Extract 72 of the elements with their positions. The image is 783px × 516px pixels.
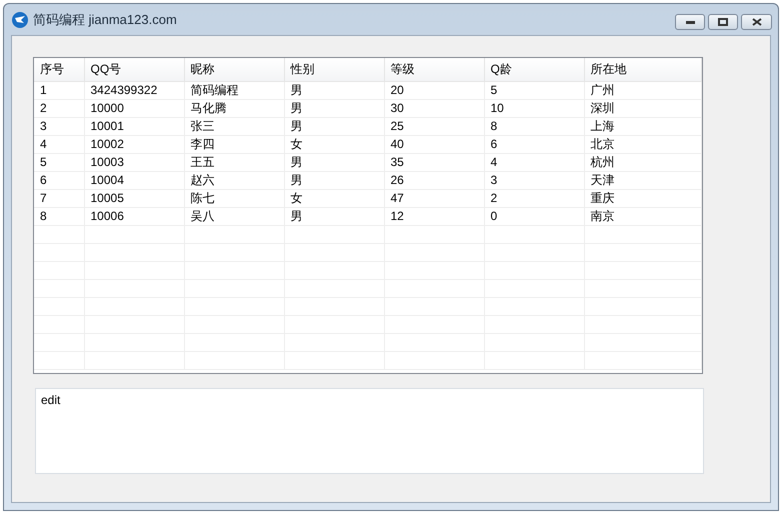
table-cell: 10004 [84,171,184,189]
window-title: 简码编程 jianma123.com [33,10,177,29]
column-header[interactable]: 等级 [384,58,484,81]
table-cell: 47 [384,189,484,207]
table-cell: 简码编程 [184,81,284,99]
table-cell: 南京 [584,207,701,225]
table-cell: 张三 [184,117,284,135]
column-header[interactable]: QQ号 [84,58,184,81]
table-cell: 10006 [84,207,184,225]
table-cell: 10002 [84,135,184,153]
table-cell: 王五 [184,153,284,171]
table-cell: 北京 [584,135,701,153]
table-cell: 陈七 [184,189,284,207]
minimize-icon [686,20,694,24]
maximize-button[interactable] [708,14,738,30]
table-cell: 5 [34,153,84,171]
table-cell: 6 [484,135,584,153]
table-cell: 男 [284,207,384,225]
table-cell: 男 [284,153,384,171]
table-cell: 重庆 [584,189,701,207]
table-cell: 26 [384,171,484,189]
table-cell: 12 [384,207,484,225]
table-cell: 10005 [84,189,184,207]
table-cell: 10001 [84,117,184,135]
minimize-button[interactable] [675,14,705,30]
table-cell: 马化腾 [184,99,284,117]
table-cell: 4 [484,153,584,171]
table-cell: 30 [384,99,484,117]
table-cell: 10000 [84,99,184,117]
table-cell: 10003 [84,153,184,171]
table-cell: 深圳 [584,99,701,117]
table-cell: 李四 [184,135,284,153]
table-cell: 吴八 [184,207,284,225]
table-cell: 男 [284,171,384,189]
table-cell: 3 [34,117,84,135]
table-cell: 7 [34,189,84,207]
table-cell: 杭州 [584,153,701,171]
table-cell: 2 [484,189,584,207]
close-icon [752,18,762,26]
column-header[interactable]: 序号 [34,58,84,81]
column-header[interactable]: 昵称 [184,58,284,81]
table-cell: 1 [34,81,84,99]
table-cell: 5 [484,81,584,99]
table-cell: 0 [484,207,584,225]
table-cell: 10 [484,99,584,117]
table-cell: 35 [384,153,484,171]
column-header[interactable]: 性别 [284,58,384,81]
table-cell: 2 [34,99,84,117]
table-cell: 8 [34,207,84,225]
table-cell: 3424399322 [84,81,184,99]
table-cell: 男 [284,117,384,135]
edit-field[interactable]: edit [35,388,704,474]
table-cell: 20 [384,81,484,99]
app-logo-icon [12,12,28,28]
table-cell: 男 [284,99,384,117]
table-cell: 25 [384,117,484,135]
table-cell: 女 [284,135,384,153]
table-cell: 40 [384,135,484,153]
table-cell: 4 [34,135,84,153]
column-header[interactable]: Q龄 [484,58,584,81]
table-cell: 女 [284,189,384,207]
table-cell: 广州 [584,81,701,99]
table-cell: 3 [484,171,584,189]
close-button[interactable] [741,14,772,30]
table-cell: 6 [34,171,84,189]
table-cell: 8 [484,117,584,135]
table-cell: 男 [284,81,384,99]
table-cell: 上海 [584,117,701,135]
column-header[interactable]: 所在地 [584,58,701,81]
table-cell: 天津 [584,171,701,189]
maximize-icon [718,18,728,26]
table-cell: 赵六 [184,171,284,189]
